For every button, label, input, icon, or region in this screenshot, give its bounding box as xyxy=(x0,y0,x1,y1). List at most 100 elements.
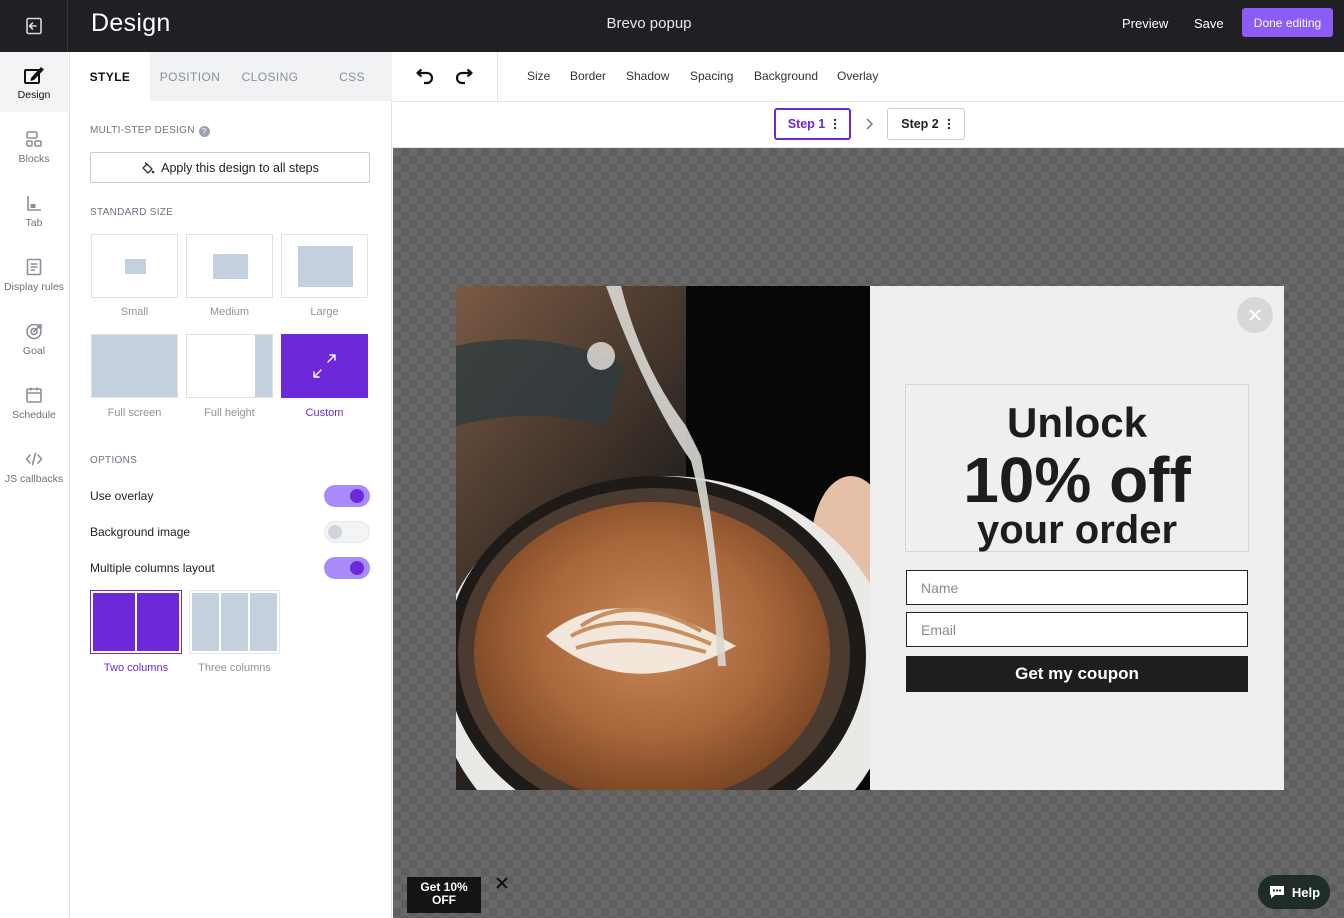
paint-bucket-icon xyxy=(142,161,155,174)
size-preview-shape xyxy=(255,335,272,397)
toggle-knob xyxy=(350,489,364,503)
tab-closing[interactable]: CLOSING xyxy=(230,52,310,101)
step-2-button[interactable]: Step 2 xyxy=(887,108,965,140)
nav-item-tab[interactable]: Tab xyxy=(0,180,68,240)
teaser-close-button[interactable] xyxy=(493,874,511,892)
tab-css[interactable]: CSS xyxy=(312,52,392,101)
popup-image-latte[interactable] xyxy=(456,286,870,790)
name-input[interactable] xyxy=(906,570,1248,605)
step-bar: Step 1 Step 2 xyxy=(393,102,1344,148)
standard-size-label: STANDARD SIZE xyxy=(90,207,174,218)
nav-item-blocks[interactable]: Blocks xyxy=(0,116,68,176)
exit-editor-button[interactable] xyxy=(0,0,68,52)
option-label-background-image: Background image xyxy=(90,525,191,539)
redo-button[interactable] xyxy=(453,66,475,88)
size-preview-shape xyxy=(298,246,353,287)
undo-icon xyxy=(416,68,434,85)
size-option-full-screen[interactable] xyxy=(91,334,178,398)
preview-button[interactable]: Preview xyxy=(1122,16,1168,31)
headline-line-2: 10% off xyxy=(963,444,1191,516)
use-overlay-toggle[interactable] xyxy=(324,485,370,507)
size-label-small: Small xyxy=(120,306,149,318)
step-label: Step 2 xyxy=(901,117,939,131)
email-input[interactable] xyxy=(906,612,1248,647)
apply-design-label: Apply this design to all steps xyxy=(161,160,319,175)
tab-position[interactable]: POSITION xyxy=(150,52,230,101)
step-1-button[interactable]: Step 1 xyxy=(774,108,851,140)
toggle-knob xyxy=(328,525,342,539)
toolbar-background[interactable]: Background xyxy=(754,69,818,83)
exit-icon xyxy=(25,17,42,35)
toolbar-shadow[interactable]: Shadow xyxy=(626,69,669,83)
help-icon[interactable]: ? xyxy=(198,126,210,137)
more-vertical-icon[interactable] xyxy=(833,118,837,130)
blocks-icon xyxy=(26,130,42,147)
headline-line-1: Unlock xyxy=(1006,399,1148,446)
nav-label: Goal xyxy=(22,344,46,357)
column-preview xyxy=(250,593,277,651)
multistep-section-label: MULTI-STEP DESIGN? xyxy=(90,125,210,137)
canvas-toolbar: Size Border Shadow Spacing Background Ov… xyxy=(393,52,1344,102)
nav-item-schedule[interactable]: Schedule xyxy=(0,372,68,432)
done-editing-button[interactable]: Done editing xyxy=(1242,8,1333,37)
nav-label: Display rules xyxy=(3,280,65,293)
background-image-toggle[interactable] xyxy=(324,521,370,543)
close-icon xyxy=(496,877,508,889)
get-coupon-button[interactable]: Get my coupon xyxy=(906,656,1248,692)
layout-label-three-columns: Three columns xyxy=(198,662,271,674)
nav-item-display-rules[interactable]: Display rules xyxy=(0,244,68,304)
display-rules-icon xyxy=(26,258,42,275)
column-preview xyxy=(192,593,219,651)
app-title: Design xyxy=(91,9,171,37)
chat-icon xyxy=(1269,886,1284,899)
size-label-full-height: Full height xyxy=(204,407,255,419)
teaser-tab[interactable]: Get 10% OFF xyxy=(407,877,481,913)
size-option-medium[interactable] xyxy=(186,234,273,298)
toolbar-divider xyxy=(497,52,498,102)
multistep-label: MULTI-STEP DESIGN xyxy=(90,125,195,136)
teaser-line-2: OFF xyxy=(432,893,456,907)
option-label-use-overlay: Use overlay xyxy=(90,489,154,503)
nav-label: Schedule xyxy=(12,408,56,421)
popup-close-button[interactable] xyxy=(1237,297,1273,333)
design-icon xyxy=(24,66,44,84)
headline-line-3: your order xyxy=(976,508,1178,552)
design-settings-panel: STYLE POSITION CLOSING CSS MULTI-STEP DE… xyxy=(70,52,392,918)
toolbar-overlay[interactable]: Overlay xyxy=(837,69,878,83)
size-option-full-height[interactable] xyxy=(186,334,273,398)
layout-label-two-columns: Two columns xyxy=(103,662,169,674)
document-title[interactable]: Brevo popup xyxy=(549,15,749,32)
layout-option-three-columns[interactable] xyxy=(189,590,280,654)
toolbar-size[interactable]: Size xyxy=(527,69,550,83)
nav-label: JS callbacks xyxy=(4,472,64,485)
size-option-custom[interactable] xyxy=(281,334,368,398)
nav-item-goal[interactable]: Goal xyxy=(0,308,68,368)
close-icon xyxy=(1249,309,1261,321)
popup-headline[interactable]: Unlock 10% off your order xyxy=(905,384,1249,552)
undo-button[interactable] xyxy=(414,66,436,88)
schedule-icon xyxy=(26,387,42,403)
toolbar-spacing[interactable]: Spacing xyxy=(690,69,733,83)
help-button[interactable]: Help xyxy=(1258,875,1330,909)
layout-option-two-columns[interactable] xyxy=(90,590,182,654)
top-bar: Design Brevo popup Preview Save Done edi… xyxy=(0,0,1344,52)
apply-design-all-steps-button[interactable]: Apply this design to all steps xyxy=(90,152,370,183)
expand-arrows-icon xyxy=(313,354,336,378)
nav-item-design[interactable]: Design xyxy=(0,52,68,112)
step-label: Step 1 xyxy=(787,117,826,131)
size-option-small[interactable] xyxy=(91,234,178,298)
nav-item-js-callbacks[interactable]: JS callbacks xyxy=(0,436,68,496)
more-vertical-icon[interactable] xyxy=(947,118,951,130)
size-preview-shape xyxy=(213,254,248,279)
size-option-large[interactable] xyxy=(281,234,368,298)
toolbar-border[interactable]: Border xyxy=(570,69,606,83)
multiple-columns-toggle[interactable] xyxy=(324,557,370,579)
option-label-multiple-columns: Multiple columns layout xyxy=(90,561,215,575)
nav-label: Tab xyxy=(25,216,43,229)
nav-label: Design xyxy=(17,88,51,101)
popup-preview[interactable]: Unlock 10% off your order Get my coupon xyxy=(456,286,1284,790)
save-button[interactable]: Save xyxy=(1194,16,1224,31)
tab-style[interactable]: STYLE xyxy=(70,52,150,101)
code-icon xyxy=(25,452,43,465)
size-label-medium: Medium xyxy=(209,306,250,318)
